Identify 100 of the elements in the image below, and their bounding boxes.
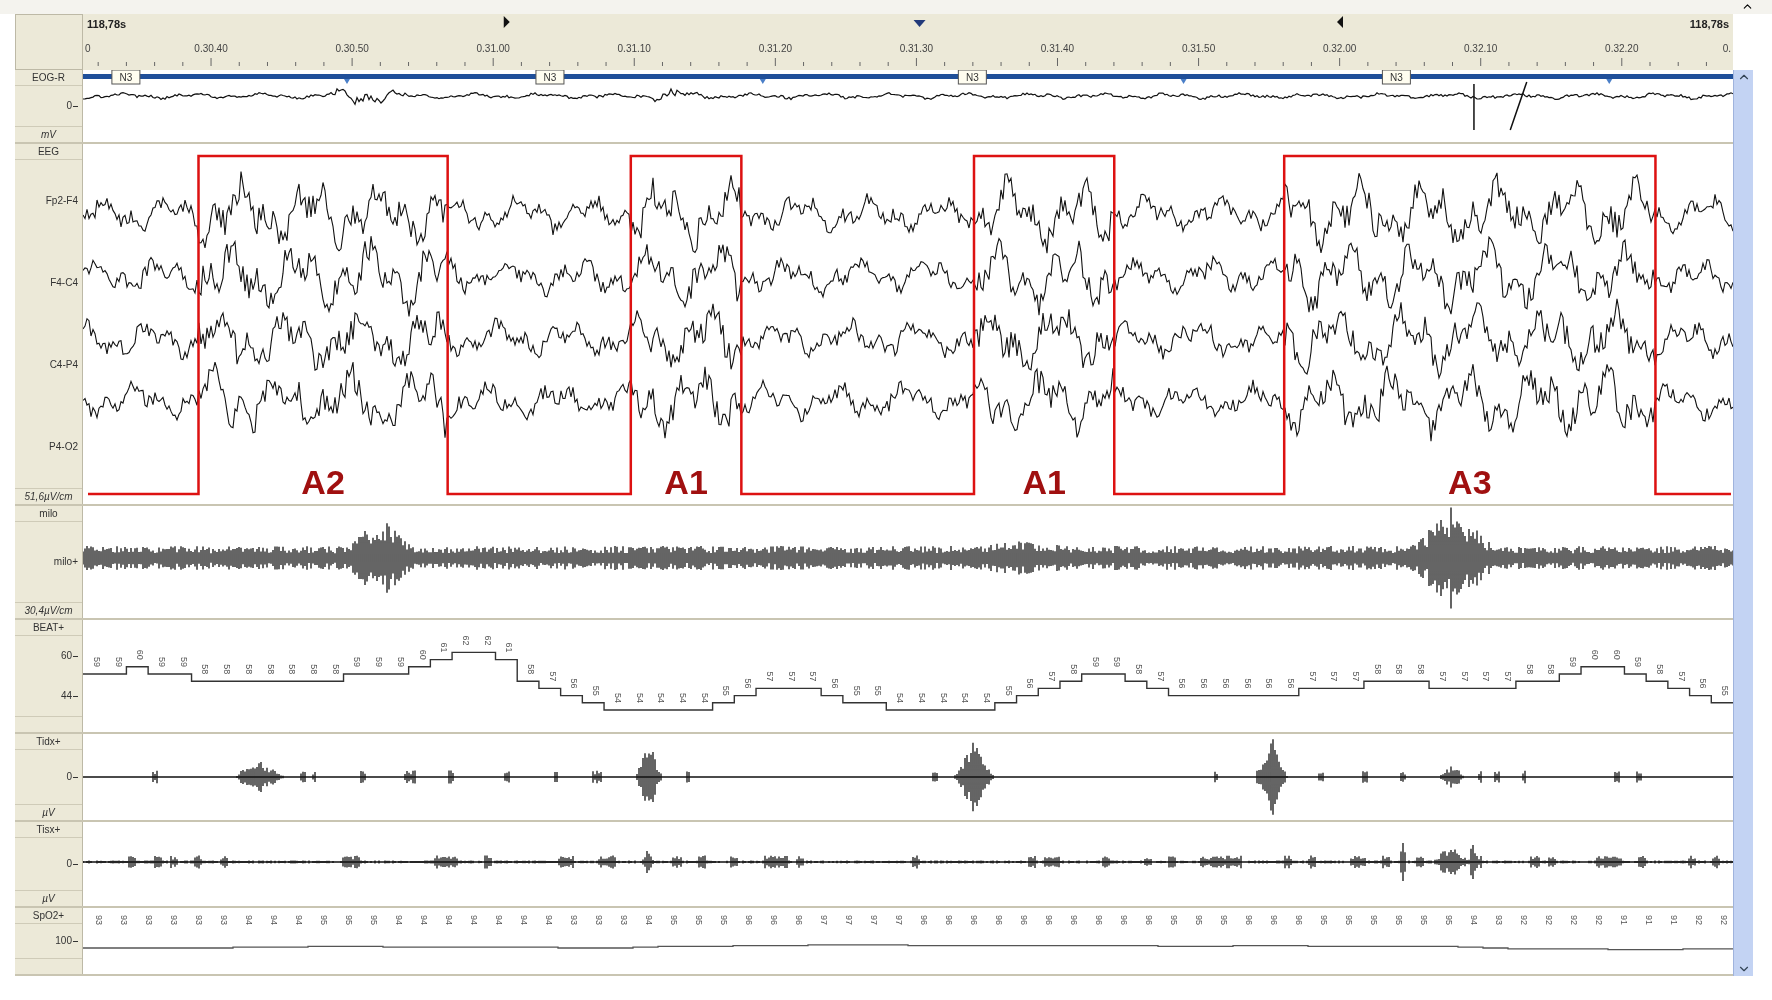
spo2-value: 93	[168, 915, 179, 925]
spo2-value: 96	[1043, 915, 1054, 925]
beat-value: 57	[786, 671, 797, 682]
spo2-value: 96	[1018, 915, 1029, 925]
spo2-value: 93	[143, 915, 154, 925]
beat-value: 56	[830, 678, 840, 689]
tick-label: 0.31.00	[476, 43, 510, 54]
channel-label: EOG-R	[32, 72, 65, 83]
arousal-label: A1	[664, 463, 708, 501]
spo2-value: 94	[268, 915, 279, 925]
tick-label: 0.31.20	[758, 43, 793, 54]
beat-value: 60	[1611, 649, 1622, 660]
beat-value: 56	[1025, 678, 1036, 689]
scrollbar[interactable]	[1733, 70, 1753, 976]
stage-tag: N3	[1381, 70, 1411, 85]
beat-value: 57	[1503, 671, 1514, 682]
beat-value: 58	[1394, 664, 1405, 675]
channel-label: SpO2+	[32, 910, 65, 921]
play-marker-icon[interactable]	[503, 16, 510, 28]
beat-value: 55	[851, 685, 862, 696]
beat-value: 56	[1220, 678, 1231, 689]
beat-value: 60	[1589, 649, 1600, 660]
spo2-value: 94	[243, 915, 254, 925]
position-marker-icon[interactable]	[913, 20, 926, 27]
spo2-value: 92	[1593, 915, 1604, 925]
tick-label: 0	[85, 43, 91, 54]
unit-label: µV	[42, 893, 55, 904]
beat-value: 60	[417, 649, 428, 660]
beat-value: 54	[982, 693, 992, 703]
lead-label: Fp2-F4	[45, 196, 78, 206]
beat-value: 58	[1416, 664, 1427, 675]
lead-label: C4-P4	[49, 360, 78, 370]
beat-value: 62	[482, 635, 493, 646]
spo2-value: 94	[293, 915, 304, 925]
spo2-value: 94	[643, 915, 654, 925]
spo2-value: 94	[1468, 915, 1479, 925]
beat-value: 56	[1698, 678, 1709, 689]
scale-label: 0	[66, 772, 72, 782]
spo2-value: 95	[343, 915, 354, 925]
spo2-value: 95	[318, 915, 329, 925]
beat-value: 57	[1459, 671, 1470, 682]
beat-value: 59	[1112, 657, 1123, 667]
spo2-value: 94	[393, 915, 404, 925]
spo2-value: 96	[793, 915, 804, 925]
tick-label: 0.31.40	[1040, 43, 1075, 54]
beat-value: 59	[91, 657, 102, 667]
beat-value: 58	[1524, 664, 1535, 675]
beat-value: 58	[1068, 664, 1079, 675]
spo2-value: 96	[1118, 915, 1129, 925]
unit-label: 51,6µV/cm	[24, 491, 73, 502]
beat-value: 58	[526, 664, 537, 675]
beat-value: 59	[1568, 657, 1579, 667]
beat-value: 59	[352, 657, 363, 667]
beat-value: 54	[916, 693, 927, 703]
spo2-value: 95	[668, 915, 679, 925]
tick-label: 0.	[1722, 43, 1731, 54]
beat-value: 57	[1047, 671, 1058, 682]
spo2-value: 97	[893, 915, 904, 925]
reverse-marker-icon[interactable]	[1337, 16, 1343, 28]
tick-label: 0.32.00	[1322, 43, 1357, 54]
spo2-value: 96	[1068, 915, 1079, 925]
beat-value: 56	[1285, 678, 1296, 689]
spo2-value: 96	[968, 915, 979, 925]
beat-value: 61	[504, 642, 515, 653]
beat-value: 57	[808, 671, 819, 682]
beat-value: 54	[678, 693, 689, 703]
start-time: 118,78s	[87, 18, 127, 30]
beat-value: 58	[222, 664, 233, 675]
lead-label: F4-C4	[50, 278, 78, 288]
spo2-value: 96	[943, 915, 954, 925]
channel-label: BEAT+	[32, 622, 65, 633]
beat-value: 58	[330, 664, 341, 675]
spo2-value: 93	[618, 915, 629, 925]
spo2-value: 94	[468, 915, 479, 925]
scale-label: 0	[66, 859, 72, 869]
beat-value: 57	[547, 671, 558, 682]
unit-label: 30,4µV/cm	[24, 605, 73, 616]
beat-value: 61	[439, 642, 450, 653]
beat-value: 58	[265, 664, 276, 675]
tick-label: 0.30.40	[194, 43, 228, 54]
beat-value: 57	[764, 671, 775, 682]
beat-value: 54	[656, 693, 667, 703]
scale-label: 100	[55, 936, 72, 946]
spo2-value: 94	[443, 915, 454, 925]
beat-value: 59	[113, 657, 124, 667]
scale-label: 44	[60, 691, 72, 701]
spo2-value: 95	[1393, 915, 1404, 925]
beat-value: 58	[1372, 664, 1383, 675]
spo2-value: 95	[1368, 915, 1379, 925]
unit-label: mV	[41, 129, 56, 140]
spo2-value: 95	[1343, 915, 1354, 925]
beat-value: 59	[1090, 657, 1101, 667]
scale-label: 0	[66, 101, 72, 111]
spo2-value: 93	[218, 915, 229, 925]
spo2-value: 94	[518, 915, 529, 925]
artifact-spike	[1473, 81, 1528, 131]
spo2-value: 96	[1093, 915, 1104, 925]
beat-value: 58	[1546, 664, 1557, 675]
beat-value: 59	[1633, 657, 1644, 667]
beat-value: 55	[591, 685, 602, 696]
